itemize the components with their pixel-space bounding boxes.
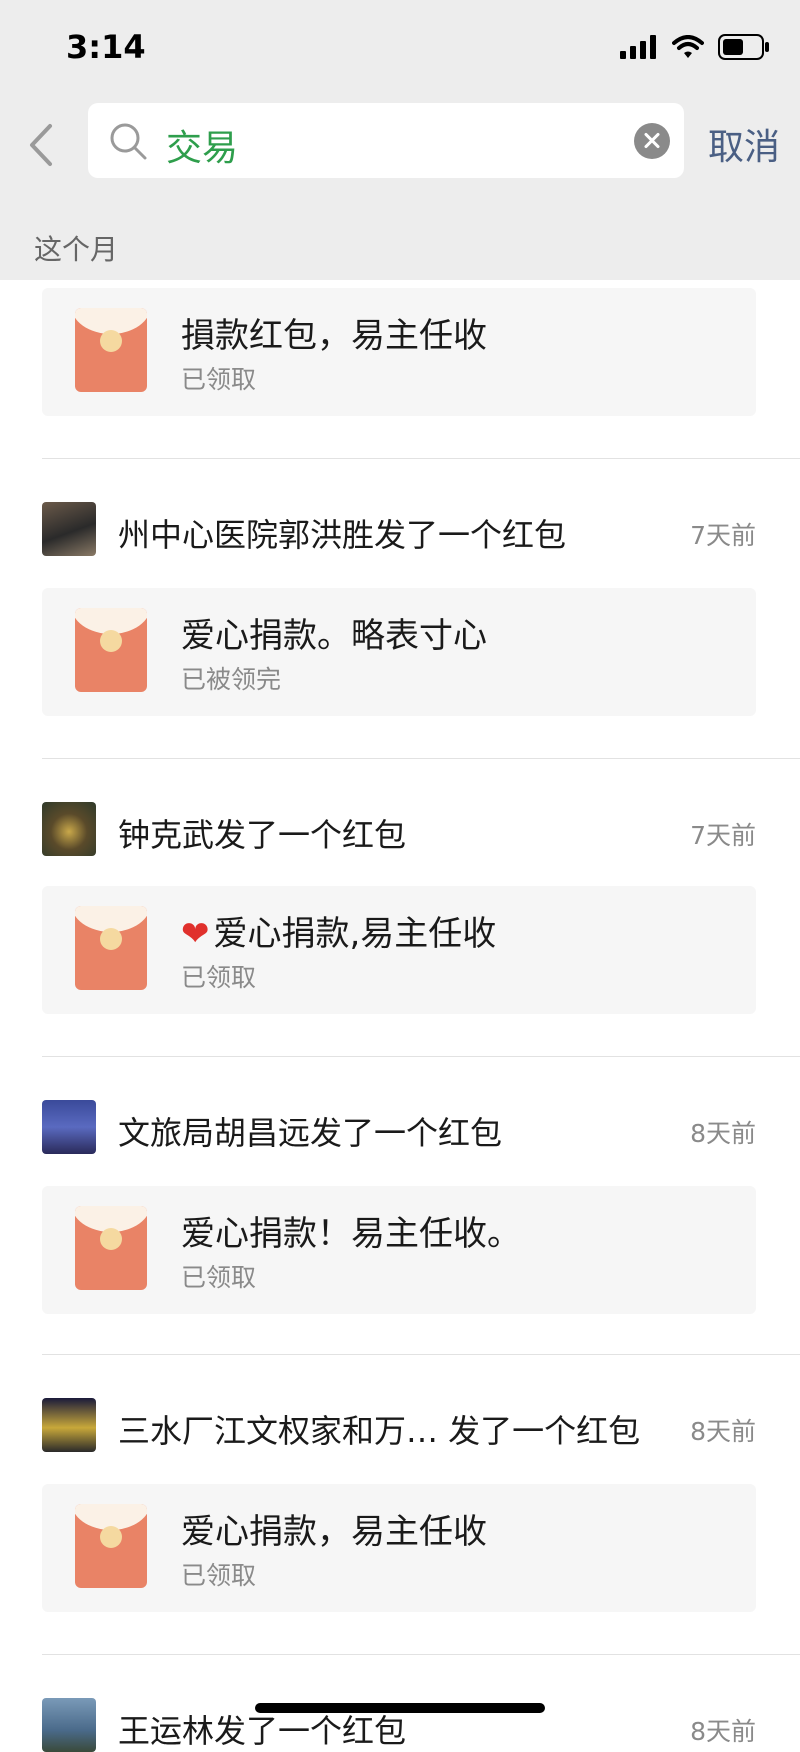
red-packet-title: 損款红包，易主任收 — [181, 316, 487, 356]
header-area: 3:14 交易 取消 这个月 — [0, 0, 800, 280]
red-packet-card[interactable]: 爱心捐款！易主任收。 已领取 — [42, 1186, 756, 1314]
status-icons — [620, 34, 770, 60]
signal-icon — [620, 35, 656, 59]
clear-search-icon[interactable] — [634, 123, 670, 159]
timestamp: 7天前 — [690, 821, 756, 850]
red-packet-title: 爱心捐款，易主任收 — [181, 1512, 487, 1552]
red-envelope-icon — [75, 608, 147, 692]
sender-name: 钟克武发了一个红包 — [118, 816, 407, 854]
timestamp: 8天前 — [690, 1119, 756, 1148]
divider — [42, 1354, 800, 1355]
avatar[interactable] — [42, 1698, 96, 1752]
heart-emoji-icon: ❤ — [181, 914, 210, 954]
red-packet-title: 爱心捐款。略表寸心 — [181, 616, 487, 656]
avatar[interactable] — [42, 502, 96, 556]
red-packet-card[interactable]: 爱心捐款。略表寸心 已被领完 — [42, 588, 756, 716]
red-packet-status: 已领取 — [181, 963, 257, 992]
red-envelope-icon — [75, 308, 147, 392]
battery-icon — [718, 34, 769, 60]
search-input[interactable]: 交易 — [166, 119, 238, 171]
red-packet-card[interactable]: 爱心捐款，易主任收 已领取 — [42, 1484, 756, 1612]
red-packet-title: 爱心捐款！易主任收。 — [181, 1214, 521, 1254]
timestamp: 7天前 — [690, 521, 756, 550]
red-packet-card[interactable]: 損款红包，易主任收 已领取 — [42, 288, 756, 416]
timestamp: 8天前 — [690, 1417, 756, 1446]
red-envelope-icon — [75, 906, 147, 990]
timestamp: 8天前 — [690, 1717, 756, 1746]
red-envelope-icon — [75, 1504, 147, 1588]
sender-name: 文旅局胡昌远发了一个红包 — [118, 1114, 503, 1152]
back-chevron-icon[interactable] — [20, 120, 60, 170]
search-field[interactable]: 交易 — [88, 103, 684, 178]
red-packet-title: ❤ 爱心捐款,易主任收 — [181, 914, 497, 954]
status-time: 3:14 — [66, 28, 146, 66]
avatar[interactable] — [42, 1100, 96, 1154]
red-packet-status: 已领取 — [181, 1263, 257, 1292]
red-packet-status: 已领取 — [181, 1561, 257, 1590]
divider — [42, 458, 800, 459]
sender-name: 州中心医院郭洪胜发了一个红包 — [118, 516, 567, 554]
cancel-button[interactable]: 取消 — [708, 118, 780, 170]
wifi-icon — [672, 35, 704, 58]
avatar[interactable] — [42, 1398, 96, 1452]
red-envelope-icon — [75, 1206, 147, 1290]
section-header: 这个月 — [34, 233, 119, 266]
avatar[interactable] — [42, 802, 96, 856]
divider — [42, 1654, 800, 1655]
divider — [42, 758, 800, 759]
red-packet-status: 已领取 — [181, 365, 257, 394]
red-packet-card[interactable]: ❤ 爱心捐款,易主任收 已领取 — [42, 886, 756, 1014]
red-packet-status: 已被领完 — [181, 665, 282, 694]
home-indicator[interactable] — [255, 1703, 545, 1713]
search-icon — [110, 123, 147, 160]
sender-name: 三水厂江文权家和万… 发了一个红包 — [118, 1412, 641, 1450]
divider — [42, 1056, 800, 1057]
